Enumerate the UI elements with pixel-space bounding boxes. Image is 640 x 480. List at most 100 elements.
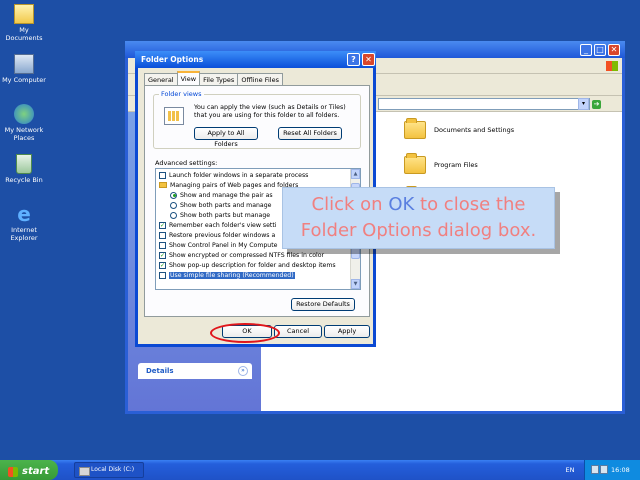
- checkbox[interactable]: [159, 271, 166, 279]
- list-item-label: Restore previous folder windows a: [169, 231, 276, 239]
- desktop-icon-my-computer[interactable]: My Computer: [0, 54, 48, 84]
- tab-view[interactable]: View: [176, 71, 201, 85]
- scroll-down-icon[interactable]: ▼: [351, 279, 360, 289]
- clock: 16:08: [611, 466, 630, 474]
- taskbar: start Local Disk (C:) EN 16:08: [0, 460, 640, 480]
- folder-icon: [404, 118, 426, 139]
- network-places-icon: [14, 104, 34, 124]
- checkbox[interactable]: ✓: [159, 221, 166, 229]
- checkbox[interactable]: ✓: [159, 261, 166, 269]
- restore-defaults-button[interactable]: Restore Defaults: [291, 298, 355, 311]
- checkbox[interactable]: [159, 241, 166, 249]
- system-tray: 16:08: [584, 460, 640, 480]
- details-label: Details: [146, 367, 174, 375]
- close-button[interactable]: ✕: [608, 44, 620, 56]
- network-icon[interactable]: [591, 465, 599, 474]
- desktop-icon-my-network-places[interactable]: My Network Places: [0, 104, 48, 142]
- desktop-icon-label-line1: Internet: [11, 226, 37, 234]
- apply-to-all-folders-button[interactable]: Apply to All Folders: [194, 127, 258, 148]
- callout-highlight: OK: [388, 194, 415, 215]
- list-item[interactable]: Show both parts but manage: [170, 210, 270, 220]
- folder-item-label: Documents and Settings: [434, 126, 515, 134]
- radio-button[interactable]: [170, 201, 177, 209]
- recycle-bin-icon: [16, 154, 32, 174]
- tab-file-types[interactable]: File Types: [199, 73, 239, 85]
- internet-explorer-icon: e: [17, 202, 31, 226]
- checkbox[interactable]: [159, 171, 166, 179]
- my-computer-icon: [14, 54, 34, 74]
- desktop-icon-label: My Computer: [2, 76, 46, 84]
- desktop-icon-recycle-bin[interactable]: Recycle Bin: [0, 154, 48, 184]
- ok-highlight-ellipse: [210, 323, 280, 343]
- scroll-up-icon[interactable]: ▲: [351, 169, 360, 179]
- start-button[interactable]: start: [0, 460, 58, 480]
- dialog-tabs: General View File Types Offline Files: [144, 71, 283, 85]
- desktop-icon-my-documents[interactable]: My Documents: [0, 4, 48, 42]
- desktop-icon-label-line1: My Network: [4, 126, 44, 134]
- go-button[interactable]: ➔: [592, 98, 618, 110]
- callout-text-part1: Click on: [311, 194, 389, 215]
- list-item-selected[interactable]: Use simple file sharing (Recommended): [159, 270, 295, 280]
- list-item-label: Show encrypted or compressed NTFS files …: [169, 251, 325, 259]
- list-item-label: Show both parts and manage: [180, 201, 272, 209]
- help-button[interactable]: ?: [347, 53, 360, 66]
- windows-flag-icon: [8, 466, 18, 477]
- start-label: start: [22, 466, 50, 477]
- language-indicator[interactable]: EN: [560, 460, 580, 480]
- checkbox[interactable]: ✓: [159, 251, 166, 259]
- my-documents-icon: [14, 4, 34, 24]
- maximize-button[interactable]: □: [594, 44, 606, 56]
- list-item[interactable]: Restore previous folder windows a: [159, 230, 275, 240]
- list-item-label: Remember each folder's view setti: [169, 221, 277, 229]
- folder-icon: [159, 182, 167, 188]
- dialog-close-button[interactable]: ✕: [362, 53, 375, 66]
- go-arrow-icon: ➔: [592, 99, 601, 109]
- radio-button[interactable]: [170, 211, 177, 219]
- list-item-label: Use simple file sharing (Recommended): [169, 271, 295, 279]
- list-item[interactable]: ✓ Show pop-up description for folder and…: [159, 260, 336, 270]
- reset-all-folders-button[interactable]: Reset All Folders: [278, 127, 342, 140]
- volume-icon[interactable]: [600, 465, 608, 474]
- folder-icon: [404, 153, 426, 174]
- list-item[interactable]: Show both parts and manage: [170, 200, 271, 210]
- folder-views-group: Folder views You can apply the view (suc…: [153, 90, 361, 149]
- list-item-label: Show Control Panel in My Compute: [169, 241, 278, 249]
- address-input[interactable]: [378, 98, 590, 110]
- radio-button[interactable]: [170, 191, 177, 199]
- desktop-icon-internet-explorer[interactable]: e Internet Explorer: [0, 204, 48, 242]
- list-item-label: Show pop-up description for folder and d…: [169, 261, 336, 269]
- dialog-title: Folder Options: [141, 55, 204, 64]
- minimize-button[interactable]: _: [580, 44, 592, 56]
- desktop-icon-label-line2: Places: [13, 134, 35, 142]
- details-panel-header[interactable]: Details »: [138, 363, 252, 379]
- tab-offline-files[interactable]: Offline Files: [237, 73, 283, 85]
- list-item[interactable]: ✓ Remember each folder's view setti: [159, 220, 277, 230]
- taskbar-item-local-disk[interactable]: Local Disk (C:): [74, 462, 144, 478]
- list-item[interactable]: Show and manage the pair as: [170, 190, 273, 200]
- list-item[interactable]: Show Control Panel in My Compute: [159, 240, 277, 250]
- folder-item[interactable]: Documents and Settings: [404, 118, 515, 139]
- desktop-icon-label: Recycle Bin: [5, 176, 43, 184]
- advanced-settings-label: Advanced settings:: [155, 159, 218, 167]
- list-item-label: Managing pairs of Web pages and folders: [170, 181, 299, 189]
- windows-logo-icon: [606, 61, 618, 71]
- chevron-down-icon[interactable]: »: [238, 366, 248, 376]
- folder-views-legend: Folder views: [159, 90, 204, 98]
- cancel-button[interactable]: Cancel: [274, 325, 322, 338]
- folder-item[interactable]: Program Files: [404, 153, 478, 174]
- folder-item-label: Program Files: [434, 161, 478, 169]
- list-item-label: Show and manage the pair as: [180, 191, 273, 199]
- folder-views-description: You can apply the view (such as Details …: [194, 104, 346, 119]
- apply-button[interactable]: Apply: [324, 325, 370, 338]
- list-item-label: Launch folder windows in a separate proc…: [169, 171, 309, 179]
- list-item[interactable]: ✓ Show encrypted or compressed NTFS file…: [159, 250, 324, 260]
- tab-general[interactable]: General: [144, 73, 178, 85]
- address-dropdown-button[interactable]: ▾: [578, 98, 589, 110]
- desktop-icon-label: My Documents: [5, 26, 43, 42]
- desktop-icon-label-line2: Explorer: [10, 234, 38, 242]
- checkbox[interactable]: [159, 231, 166, 239]
- dialog-titlebar[interactable]: Folder Options ? ✕: [135, 51, 376, 68]
- folder-views-icon: [164, 107, 184, 125]
- list-item: Managing pairs of Web pages and folders: [159, 180, 298, 190]
- list-item[interactable]: Launch folder windows in a separate proc…: [159, 170, 308, 180]
